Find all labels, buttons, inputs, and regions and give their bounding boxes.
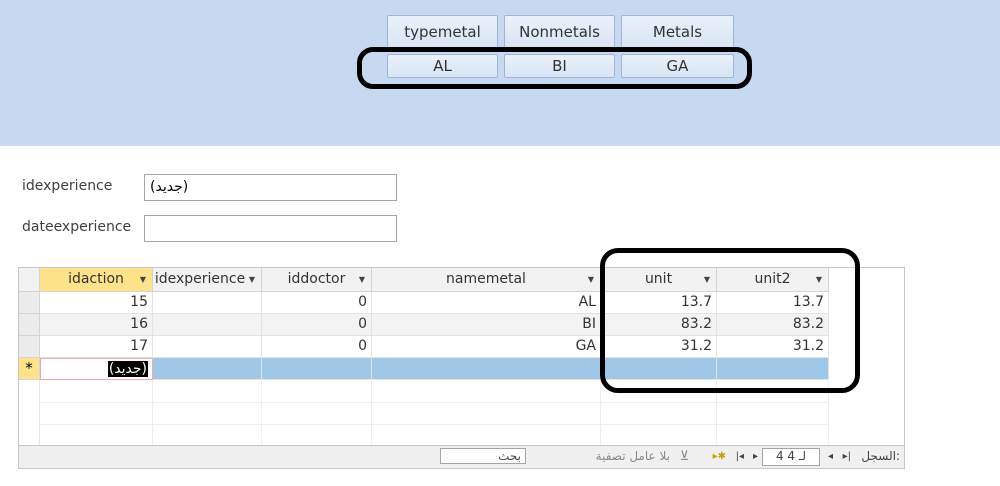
new-row-placeholder: (جديد) — [107, 361, 148, 377]
record-number-field[interactable]: 4 لـ 4 — [762, 448, 820, 466]
column-label: idexperience — [154, 271, 246, 287]
cell-namemetal[interactable]: BI — [372, 314, 601, 336]
filter-icon[interactable]: ⊻ — [679, 446, 689, 467]
new-record-marker[interactable]: * — [19, 358, 40, 380]
record-label: السجل: — [861, 449, 900, 463]
tab-typemetal[interactable]: typemetal — [387, 15, 498, 49]
column-header-iddoctor[interactable]: iddoctor ▼ — [262, 268, 372, 292]
dateexperience-label: dateexperience — [22, 219, 132, 235]
tab-metals[interactable]: Metals — [621, 15, 734, 49]
cell-idaction[interactable]: 17 — [40, 336, 153, 358]
tab-nonmetals[interactable]: Nonmetals — [504, 15, 615, 49]
column-header-idexperience[interactable]: idexperience ▼ — [153, 268, 262, 292]
dateexperience-field[interactable] — [144, 215, 397, 242]
gridline — [600, 380, 601, 446]
cell-iddoctor[interactable]: 0 — [262, 336, 372, 358]
next-record-icon[interactable]: ▸ — [753, 446, 758, 467]
last-record-icon[interactable]: |◂ — [736, 446, 744, 467]
cell-idaction[interactable]: 16 — [40, 314, 153, 336]
gridline — [40, 424, 829, 425]
search-field[interactable]: بحث — [440, 448, 526, 464]
column-label: iddoctor — [287, 271, 346, 287]
sort-arrow-icon[interactable]: ▼ — [140, 268, 146, 291]
filter-status-label[interactable]: بلا عامل تصفية — [596, 446, 670, 467]
idexperience-label: idexperience — [22, 178, 113, 194]
row-selector[interactable] — [19, 336, 40, 358]
cell-namemetal-new[interactable] — [372, 358, 601, 380]
sort-arrow-icon[interactable]: ▼ — [249, 268, 255, 291]
idexperience-field[interactable]: (جديد) — [144, 174, 397, 201]
cell-iddoctor-new[interactable] — [262, 358, 372, 380]
cell-namemetal[interactable]: AL — [372, 292, 601, 314]
column-header-namemetal[interactable]: namemetal ▼ — [372, 268, 601, 292]
select-all-corner[interactable] — [19, 268, 40, 292]
column-label: idaction — [68, 271, 124, 287]
gridline — [371, 380, 372, 446]
cell-idexperience[interactable] — [153, 314, 262, 336]
cell-iddoctor[interactable]: 0 — [262, 314, 372, 336]
record-navigation-bar: السجل: ▸| ◂ 4 لـ 4 ▸ |◂ ▸✱ ⊻ بلا عامل تص… — [19, 445, 904, 468]
cell-iddoctor[interactable]: 0 — [262, 292, 372, 314]
highlight-box-metals — [357, 47, 752, 89]
previous-record-icon[interactable]: ◂ — [828, 446, 833, 467]
cell-namemetal[interactable]: GA — [372, 336, 601, 358]
sort-arrow-icon[interactable]: ▼ — [359, 268, 365, 291]
cell-idexperience[interactable] — [153, 336, 262, 358]
column-header-idaction[interactable]: idaction ▼ — [40, 268, 153, 292]
column-label: namemetal — [446, 271, 526, 287]
cell-idexperience-new[interactable] — [153, 358, 262, 380]
cell-idaction[interactable]: 15 — [40, 292, 153, 314]
new-record-icon[interactable]: ▸✱ — [713, 446, 726, 467]
row-selector[interactable] — [19, 314, 40, 336]
cell-idaction-new[interactable]: (جديد) — [40, 358, 153, 380]
row-selector[interactable] — [19, 292, 40, 314]
gridline — [152, 380, 153, 446]
cell-idexperience[interactable] — [153, 292, 262, 314]
highlight-box-units — [600, 248, 860, 393]
first-record-icon[interactable]: ▸| — [843, 446, 851, 467]
top-panel: typemetal Nonmetals Metals AL BI GA — [0, 0, 1000, 146]
sort-arrow-icon[interactable]: ▼ — [588, 268, 594, 291]
gridline — [40, 402, 829, 403]
empty-selector-column — [19, 380, 40, 446]
gridline — [261, 380, 262, 446]
